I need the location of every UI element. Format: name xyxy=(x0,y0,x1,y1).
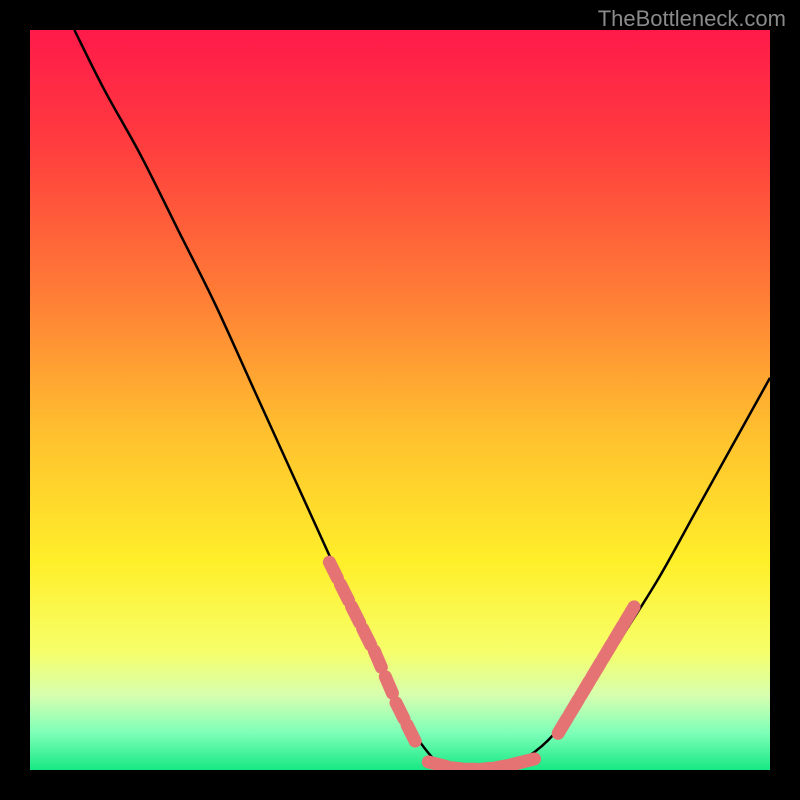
gradient-background xyxy=(30,30,770,770)
left-descent-marker-dot xyxy=(352,607,360,623)
left-descent-marker-dot xyxy=(363,629,371,645)
left-descent-marker-dot xyxy=(329,562,337,578)
chart-plot-area xyxy=(30,30,770,770)
valley-floor-marker-dot xyxy=(517,759,534,763)
bottleneck-chart xyxy=(30,30,770,770)
left-descent-marker-dot xyxy=(407,725,415,741)
right-ascent-marker-dot xyxy=(625,607,634,622)
watermark-text: TheBottleneck.com xyxy=(598,6,786,32)
left-descent-marker-dot xyxy=(374,651,381,668)
left-descent-marker-dot xyxy=(396,703,404,719)
left-descent-marker-dot xyxy=(385,677,392,694)
left-descent-marker-dot xyxy=(340,584,348,600)
